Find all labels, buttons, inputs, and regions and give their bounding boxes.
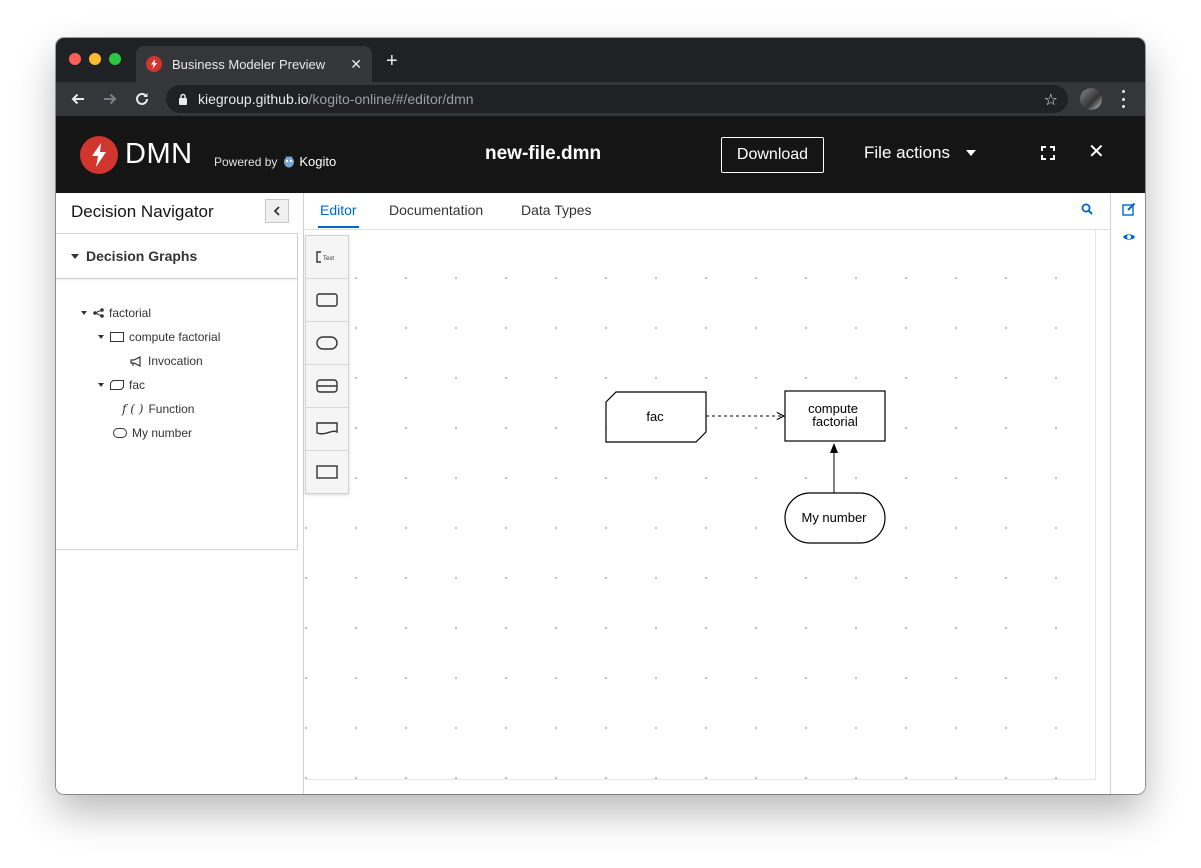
tree-item-function[interactable]: f ( ) Function <box>122 400 194 418</box>
browser-menu-icon[interactable] <box>1118 90 1128 108</box>
close-editor-icon[interactable]: ✕ <box>1088 142 1105 162</box>
decision-tool[interactable] <box>306 279 348 322</box>
tree-item-label: Function <box>148 402 195 416</box>
reload-icon[interactable] <box>132 89 152 109</box>
tree-item-label: fac <box>129 378 146 392</box>
tree-item-my-number[interactable]: My number <box>113 424 192 442</box>
browser-tab-strip: Business Modeler Preview ✕ + <box>56 38 1145 82</box>
knowledge-source-icon <box>316 422 338 435</box>
tree-item-label: compute factorial <box>129 330 221 344</box>
input-data-icon <box>113 428 127 438</box>
tree-item-compute-factorial[interactable]: compute factorial <box>98 328 220 346</box>
browser-window: Business Modeler Preview ✕ + kiegroup.gi… <box>56 38 1145 794</box>
input-data-icon <box>316 336 338 350</box>
url-text[interactable]: kiegroup.github.io/kogito-online/#/edito… <box>198 91 474 107</box>
dmn-favicon-icon <box>146 56 162 72</box>
fullscreen-icon[interactable] <box>1041 146 1055 160</box>
profile-avatar[interactable] <box>1080 88 1102 110</box>
tree-item-factorial[interactable]: factorial <box>81 304 151 322</box>
url-path: /kogito-online/#/editor/dmn <box>308 91 474 107</box>
text-annotation-icon: Text <box>316 251 334 263</box>
decision-icon <box>110 332 124 342</box>
file-actions-dropdown[interactable]: File actions <box>864 143 976 163</box>
active-tab-indicator <box>318 226 359 228</box>
decision-graphs-card: Decision Graphs <box>56 233 298 550</box>
caret-down-icon <box>71 253 79 259</box>
browser-tab-title: Business Modeler Preview <box>172 56 326 72</box>
kogito-logo-icon <box>283 155 295 168</box>
decision-icon <box>316 293 338 307</box>
chevron-left-icon <box>273 206 280 216</box>
forward-icon[interactable] <box>100 89 120 109</box>
lock-icon <box>176 92 190 106</box>
caret-down-icon <box>81 311 87 315</box>
bkm-icon <box>110 380 124 390</box>
rectangle-tool[interactable] <box>306 451 348 493</box>
dmn-diagram: fac compute factorial My number <box>605 390 886 544</box>
tab-editor[interactable]: Editor <box>320 202 357 218</box>
input-data-node-my-number[interactable]: My number <box>784 492 886 544</box>
node-label-line2: factorial <box>812 414 858 429</box>
caret-down-icon <box>965 150 976 156</box>
file-name[interactable]: new-file.dmn <box>485 143 601 165</box>
tab-documentation[interactable]: Documentation <box>389 202 483 218</box>
decision-navigator-panel: Decision Navigator Decision Graphs facto… <box>56 193 304 794</box>
function-icon: f ( ) <box>122 402 143 416</box>
caret-down-icon <box>98 335 104 339</box>
decision-service-tool[interactable] <box>306 365 348 408</box>
close-tab-icon[interactable]: ✕ <box>350 56 362 73</box>
collapse-navigator-button[interactable] <box>265 199 289 223</box>
bkm-node-fac[interactable]: fac <box>605 391 707 443</box>
browser-toolbar: kiegroup.github.io/kogito-online/#/edito… <box>56 82 1145 116</box>
file-actions-label: File actions <box>864 143 950 162</box>
minimize-window-button[interactable] <box>89 53 101 65</box>
decision-node-compute-factorial[interactable]: compute factorial <box>784 390 886 442</box>
tree-item-fac[interactable]: fac <box>98 376 145 394</box>
caret-down-icon <box>98 383 104 387</box>
dmn-logo-icon <box>80 136 118 174</box>
powered-by-label: Powered by <box>214 154 278 169</box>
preview-eye-icon[interactable] <box>1122 230 1136 244</box>
app-header: DMN Powered by Kogito new-file.dmn Downl… <box>56 116 1145 193</box>
download-button[interactable]: Download <box>721 137 824 173</box>
input-data-tool[interactable] <box>306 322 348 365</box>
svg-text:Text: Text <box>323 256 334 262</box>
url-host: kiegroup.github.io <box>198 91 309 107</box>
knowledge-source-tool[interactable] <box>306 408 348 451</box>
share-icon <box>93 308 104 318</box>
bookmark-star-icon[interactable]: ☆ <box>1044 90 1058 110</box>
maximize-window-button[interactable] <box>109 53 121 65</box>
browser-tab[interactable]: Business Modeler Preview ✕ <box>136 46 372 82</box>
text-annotation-tool[interactable]: Text <box>306 236 348 279</box>
rectangle-icon <box>316 465 338 479</box>
tree-item-label: My number <box>132 426 193 440</box>
tree-item-invocation[interactable]: Invocation <box>130 352 203 370</box>
powered-by-brand: Kogito <box>299 154 337 169</box>
editor-tabs: Editor Documentation Data Types <box>304 193 1110 230</box>
editor-area: Editor Documentation Data Types fac comp… <box>304 193 1110 794</box>
invocation-icon <box>130 355 143 367</box>
function-prefix: f ( ) <box>122 402 144 416</box>
close-window-button[interactable] <box>69 53 81 65</box>
node-label: fac <box>646 409 664 424</box>
search-icon[interactable] <box>1081 203 1093 215</box>
navigator-title: Decision Navigator <box>71 202 214 221</box>
decision-graphs-label: Decision Graphs <box>86 248 198 264</box>
decision-graphs-header[interactable]: Decision Graphs <box>56 234 297 279</box>
node-label: My number <box>801 510 867 525</box>
tab-data-types[interactable]: Data Types <box>521 202 592 218</box>
tree-item-label: Invocation <box>148 354 203 368</box>
powered-by: Powered by Kogito <box>214 154 336 169</box>
back-icon[interactable] <box>68 89 88 109</box>
shape-palette: Text <box>305 235 349 494</box>
decision-service-icon <box>316 379 338 393</box>
properties-rail <box>1110 193 1145 794</box>
logo-text: DMN <box>125 138 193 170</box>
edit-properties-icon[interactable] <box>1122 202 1136 216</box>
address-bar[interactable]: kiegroup.github.io/kogito-online/#/edito… <box>166 85 1068 113</box>
tree-item-label: factorial <box>109 306 152 320</box>
new-tab-button[interactable]: + <box>386 51 398 71</box>
